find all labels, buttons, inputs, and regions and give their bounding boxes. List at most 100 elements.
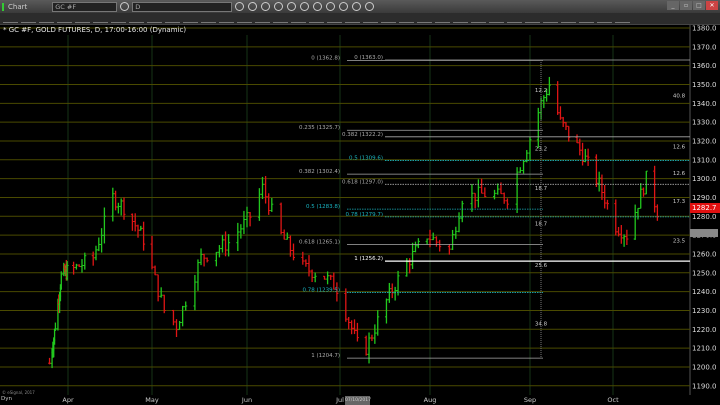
- price-label: 1250.0: [692, 269, 717, 277]
- chat-icon[interactable]: [339, 2, 349, 11]
- trendline-tool-icon[interactable]: [57, 15, 72, 23]
- search-icon[interactable]: [120, 2, 130, 11]
- chart-title: * GC #F, GOLD FUTURES, D, 17:00-16:00 (D…: [3, 26, 187, 34]
- clock-icon[interactable]: [248, 2, 258, 11]
- price-label: 1230.0: [692, 307, 717, 315]
- arrow-up-tool-icon[interactable]: [399, 15, 414, 23]
- comment-tool-icon[interactable]: [597, 15, 612, 23]
- symbol-input[interactable]: GC #F: [52, 1, 118, 12]
- fib-level-label: 1 (1204.7): [311, 353, 340, 359]
- hhf-tool-icon[interactable]: [219, 15, 234, 23]
- restore-button[interactable]: ▫: [680, 1, 692, 10]
- window-titlebar: Chart GC #F D _ ▫ □ ✕: [0, 0, 720, 13]
- price-label: 1220.0: [692, 326, 717, 334]
- fib-level-label: 0.5 (1309.6): [349, 156, 383, 162]
- grid-tool-icon[interactable]: [489, 15, 504, 23]
- distance-label: 23.5: [673, 239, 686, 245]
- drawing-toolbar: [0, 13, 720, 25]
- eye-tool-icon[interactable]: [525, 15, 540, 23]
- fib-level-label: 0.5 (1283.8): [306, 204, 340, 210]
- facebook-icon[interactable]: [365, 2, 375, 11]
- arrow-down-tool-icon[interactable]: [417, 15, 432, 23]
- month-label: Jul: [335, 396, 344, 404]
- play-icon[interactable]: [300, 2, 310, 11]
- dots-tool-icon[interactable]: [543, 15, 558, 23]
- text-tool-icon[interactable]: [381, 15, 396, 23]
- price-chart[interactable]: Apr May Jun Jul Aug Sep Oct 1380.0 1370.0 1360.0 1…: [0, 25, 720, 405]
- fib-level-label: 0.618 (1265.1): [299, 239, 340, 245]
- parallel-tool-icon[interactable]: [237, 15, 252, 23]
- price-label: 1290.0: [692, 194, 717, 202]
- magnet-tool-icon[interactable]: [615, 15, 630, 23]
- link-icon[interactable]: [326, 2, 336, 11]
- gaps-tool-icon[interactable]: [345, 15, 360, 23]
- rectangle-tool-icon[interactable]: [147, 15, 162, 23]
- window-controls: _ ▫ □ ✕: [667, 1, 718, 10]
- price-label: 1320.0: [692, 137, 717, 145]
- channel-tool-icon[interactable]: [201, 15, 216, 23]
- wave-tool-icon[interactable]: [561, 15, 576, 23]
- gauge-icon[interactable]: [274, 2, 284, 11]
- dyn-button[interactable]: Dyn: [1, 396, 12, 402]
- fib-level-label: 0 (1363.0): [354, 55, 383, 61]
- pencil-icon[interactable]: [261, 2, 271, 11]
- regression-tool-icon[interactable]: [363, 15, 378, 23]
- price-label: 1280.0: [692, 213, 717, 221]
- month-label: May: [145, 396, 159, 404]
- interval-select[interactable]: D: [132, 1, 233, 12]
- close-button[interactable]: ✕: [706, 1, 718, 10]
- distance-label: 17.3: [673, 199, 686, 205]
- gann-tool-icon[interactable]: [111, 15, 126, 23]
- copyright: © eSignal, 2017: [2, 390, 35, 395]
- maximize-button[interactable]: □: [693, 1, 705, 10]
- ellipse-tool-icon[interactable]: [129, 15, 144, 23]
- speed-tool-icon[interactable]: [471, 15, 486, 23]
- last-price-tag: 1282.7: [690, 203, 720, 213]
- bars-tool-icon[interactable]: [507, 15, 522, 23]
- distance-label: 12.6: [673, 171, 686, 177]
- levels-tool-icon[interactable]: [327, 15, 342, 23]
- twitter-icon[interactable]: [352, 2, 362, 11]
- cycle-tool-icon[interactable]: [309, 15, 324, 23]
- distance-label: 18.7: [535, 186, 548, 192]
- distance-label: 18.7: [535, 222, 548, 228]
- vline-tool-icon[interactable]: [39, 15, 54, 23]
- circle-grid-tool-icon[interactable]: [255, 15, 270, 23]
- price-marker-tag: [690, 229, 718, 237]
- fib-fan-tool-icon[interactable]: [273, 15, 288, 23]
- box-tool-icon[interactable]: [435, 15, 450, 23]
- link-tool-icon[interactable]: [579, 15, 594, 23]
- triangle-tool-icon[interactable]: [183, 15, 198, 23]
- pencil-tool-icon[interactable]: [165, 15, 180, 23]
- price-label: 1260.0: [692, 250, 717, 258]
- line-tool-icon[interactable]: [3, 15, 18, 23]
- fib-level-label: 0 (1362.8): [311, 55, 340, 61]
- angle-tool-icon[interactable]: [453, 15, 468, 23]
- price-label: 1200.0: [692, 363, 717, 371]
- distance-label: 23.2: [535, 146, 547, 152]
- fib-level-label: 0.235 (1325.7): [299, 125, 340, 131]
- price-label: 1360.0: [692, 62, 717, 70]
- price-label: 1350.0: [692, 81, 717, 89]
- hline-tool-icon[interactable]: [21, 15, 36, 23]
- fib-level-label: 1 (1256.2): [354, 256, 383, 262]
- message-icon[interactable]: [287, 2, 297, 11]
- pitchfork-tool-icon[interactable]: [75, 15, 90, 23]
- fib-time-tool-icon[interactable]: [291, 15, 306, 23]
- price-label: 1210.0: [692, 345, 717, 353]
- price-label: 1240.0: [692, 288, 717, 296]
- crosshair-icon[interactable]: [235, 2, 245, 11]
- fib-level-label: 0.618 (1297.0): [342, 179, 383, 185]
- fib-tool-icon[interactable]: [93, 15, 108, 23]
- price-label: 1340.0: [692, 100, 717, 108]
- price-label: 1380.0: [692, 25, 717, 33]
- price-label: 1310.0: [692, 156, 717, 164]
- fib-level-label: 0.78 (1239.5): [302, 288, 340, 294]
- plot-area: [0, 25, 690, 395]
- globe-icon[interactable]: [313, 2, 323, 11]
- month-label: Aug: [424, 396, 437, 404]
- fib-level-label: 0.382 (1302.4): [299, 169, 340, 175]
- minimize-button[interactable]: _: [667, 1, 679, 10]
- distance-label: 12.6: [673, 145, 686, 151]
- month-label: Jun: [241, 396, 252, 404]
